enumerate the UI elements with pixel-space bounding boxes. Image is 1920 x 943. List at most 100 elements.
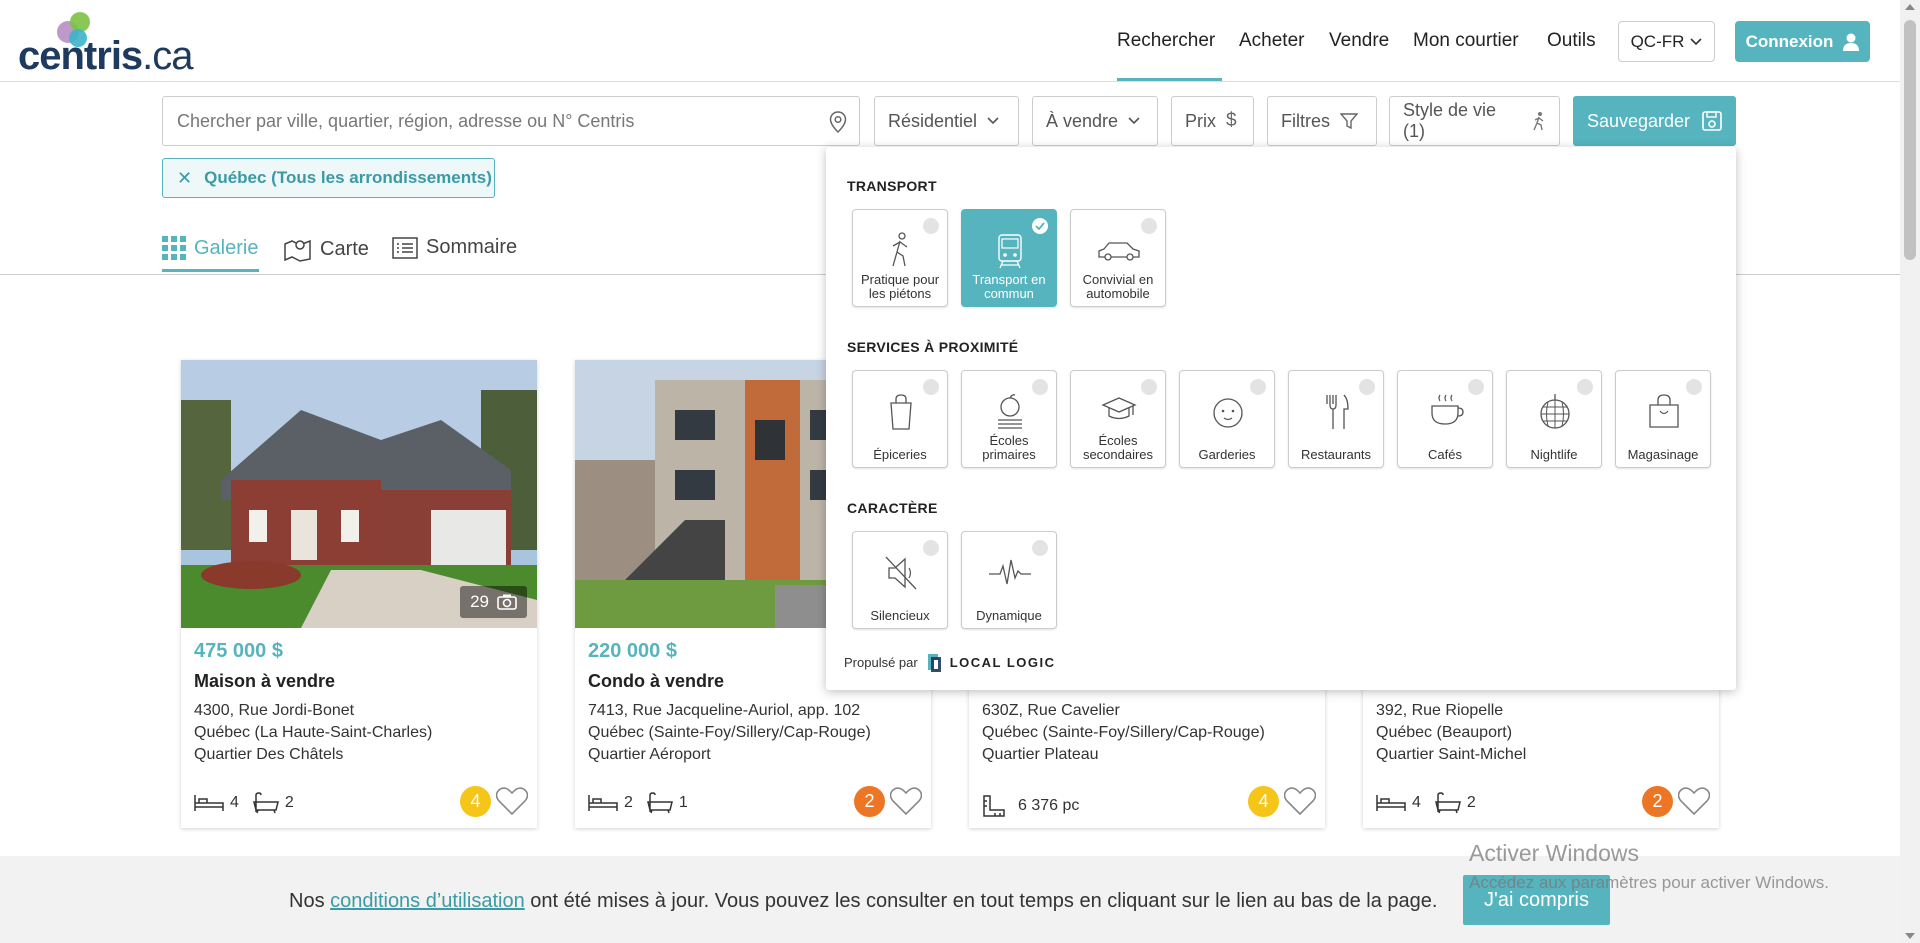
search-input[interactable]: Chercher par ville, quartier, région, ad… xyxy=(162,96,860,146)
tile-pedestrian[interactable]: Pratique pour les piétons xyxy=(852,209,948,307)
listing-address: 4300, Rue Jordi-Bonet xyxy=(194,702,355,719)
tile-quiet[interactable]: Silencieux xyxy=(852,531,948,629)
tile-daycares[interactable]: Garderies xyxy=(1179,370,1275,468)
heart-icon[interactable] xyxy=(496,786,528,816)
apple-books-icon xyxy=(998,394,1022,429)
photo-count-badge[interactable]: 29 xyxy=(460,586,527,618)
photo-count: 29 xyxy=(470,592,489,611)
tile-dynamic[interactable]: Dynamique xyxy=(961,531,1057,629)
tab-summary[interactable]: Sommaire xyxy=(392,236,517,259)
bath-icon xyxy=(646,792,673,814)
tile-car-friendly[interactable]: Convivial en automobile xyxy=(1070,209,1166,307)
listing-features: 6 376 pc xyxy=(982,794,1079,818)
tile-public-transit[interactable]: Transport en commun xyxy=(961,209,1057,307)
nav-active-indicator xyxy=(1117,78,1222,81)
graduation-cap-icon xyxy=(1101,397,1137,420)
bath-icon xyxy=(252,792,279,814)
search-placeholder: Chercher par ville, quartier, région, ad… xyxy=(177,110,635,131)
listing-address: 7413, Rue Jacqueline-Auriol, app. 102 xyxy=(588,702,861,719)
tile-label: Écoles xyxy=(1098,433,1138,448)
listing-district: Quartier Saint-Michel xyxy=(1376,746,1527,763)
listing-features: 2 1 xyxy=(588,792,688,814)
lifestyle-label: Style de vie (1) xyxy=(1403,100,1497,141)
scroll-thumb[interactable] xyxy=(1904,20,1916,260)
nav-outils[interactable]: Outils xyxy=(1547,30,1596,52)
tile-label: secondaires xyxy=(1082,447,1154,462)
local-logic-logo[interactable]: LOCAL LOGIC xyxy=(926,652,1056,672)
page-scrollbar[interactable] xyxy=(1900,0,1920,943)
pulse-wave-icon xyxy=(989,559,1031,585)
language-selector[interactable]: QC-FR xyxy=(1618,21,1715,62)
local-logic-icon xyxy=(927,654,941,672)
tile-nightlife[interactable]: Nightlife xyxy=(1506,370,1602,468)
cookie-text-before: Nos xyxy=(289,890,331,912)
tile-secondary-schools[interactable]: Écoles secondaires xyxy=(1070,370,1166,468)
tile-label: Cafés xyxy=(1428,447,1462,462)
tile-label: Convivial en xyxy=(1082,272,1154,287)
bath-count: 2 xyxy=(284,794,294,811)
tile-cafes[interactable]: Cafés xyxy=(1397,370,1493,468)
listing-type[interactable]: Maison à vendre xyxy=(194,671,335,692)
nav-mon-courtier[interactable]: Mon courtier xyxy=(1413,30,1519,52)
price-filter[interactable]: Prix $ xyxy=(1171,96,1254,146)
filters-button[interactable]: Filtres xyxy=(1267,96,1377,146)
tile-primary-schools[interactable]: Écoles primaires xyxy=(961,370,1057,468)
heart-icon[interactable] xyxy=(1678,786,1710,816)
living-area: 6 376 pc xyxy=(1018,797,1080,814)
terms-link[interactable]: conditions d’utilisation xyxy=(330,890,525,912)
bed-icon xyxy=(588,795,618,811)
listing-type[interactable]: Condo à vendre xyxy=(588,671,724,692)
login-label: Connexion xyxy=(1745,31,1834,51)
bath-count: 2 xyxy=(1466,794,1476,811)
grid-icon xyxy=(162,236,186,260)
transport-section-title: TRANSPORT xyxy=(847,178,937,194)
tile-label: Transport en xyxy=(972,272,1046,287)
chevron-down-icon xyxy=(1128,117,1140,125)
tab-map[interactable]: Carte xyxy=(284,236,369,262)
nav-rechercher[interactable]: Rechercher xyxy=(1117,30,1215,52)
user-icon xyxy=(1843,33,1860,51)
nav-vendre[interactable]: Vendre xyxy=(1329,30,1389,52)
fork-knife-icon xyxy=(1326,394,1349,429)
close-icon[interactable]: ✕ xyxy=(177,168,192,189)
chevron-down-icon xyxy=(1690,37,1702,45)
windows-activation-subtitle: Accédez aux paramètres pour activer Wind… xyxy=(1469,873,1829,892)
tile-label: Silencieux xyxy=(870,608,930,623)
heart-icon[interactable] xyxy=(1284,786,1316,816)
listing-district: Quartier Des Châtels xyxy=(194,746,344,763)
bed-icon xyxy=(1376,795,1406,811)
category-dropdown[interactable]: Résidentiel xyxy=(874,96,1019,146)
centris-logo[interactable]: centris.ca xyxy=(18,10,194,78)
lifestyle-button[interactable]: Style de vie (1) xyxy=(1389,96,1560,146)
tile-shopping[interactable]: Magasinage xyxy=(1615,370,1711,468)
location-filter-chip[interactable]: ✕ Québec (Tous les arrondissements) xyxy=(162,158,495,198)
dollar-icon: $ xyxy=(1226,110,1237,131)
scroll-down-arrow-icon[interactable] xyxy=(1905,933,1915,939)
scroll-up-arrow-icon[interactable] xyxy=(1905,4,1915,10)
transaction-dropdown[interactable]: À vendre xyxy=(1032,96,1158,146)
score-badge: 4 xyxy=(460,786,491,817)
category-label: Résidentiel xyxy=(888,110,978,131)
tab-gallery-label: Galerie xyxy=(194,236,259,259)
listing-card[interactable]: 29 475 000 $ Maison à vendre 4300, Rue J… xyxy=(181,360,537,828)
walking-person-icon xyxy=(1533,112,1544,131)
save-search-button[interactable]: Sauvegarder xyxy=(1573,96,1736,146)
tile-restaurants[interactable]: Restaurants xyxy=(1288,370,1384,468)
tab-gallery[interactable]: Galerie xyxy=(162,236,258,260)
nav-acheter[interactable]: Acheter xyxy=(1239,30,1304,52)
services-section-title: SERVICES À PROXIMITÉ xyxy=(847,339,1019,355)
listing-price: 475 000 $ xyxy=(194,640,283,662)
tab-summary-label: Sommaire xyxy=(426,236,518,258)
login-button[interactable]: Connexion xyxy=(1735,21,1870,62)
cookie-message: Nos conditions d’utilisation ont été mis… xyxy=(289,890,1437,913)
language-label: QC-FR xyxy=(1630,31,1685,51)
pedestrian-icon xyxy=(892,232,908,267)
tile-label: automobile xyxy=(1086,286,1150,301)
listing-photo[interactable]: 29 xyxy=(181,360,537,628)
listing-city: Québec (Beauport) xyxy=(1376,724,1513,741)
score-badge: 4 xyxy=(1248,786,1279,817)
tab-map-label: Carte xyxy=(320,237,369,260)
view-tab-active-indicator xyxy=(162,269,259,272)
tile-groceries[interactable]: Épiceries xyxy=(852,370,948,468)
heart-icon[interactable] xyxy=(890,786,922,816)
